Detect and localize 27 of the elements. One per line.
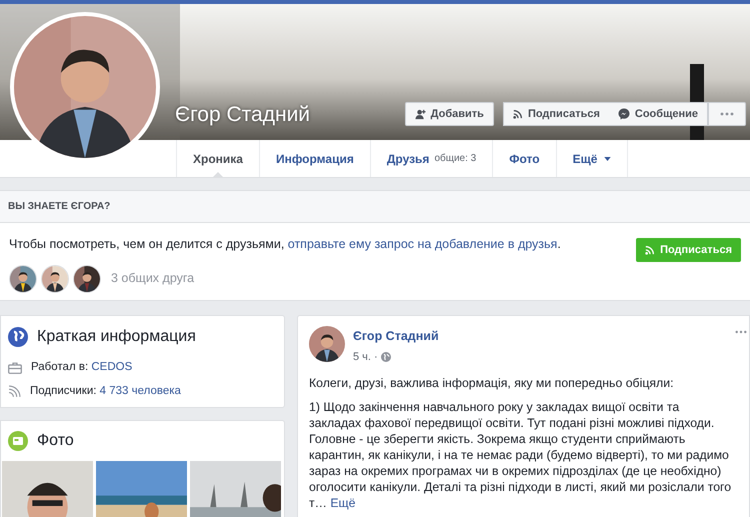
rss-icon: [645, 245, 656, 255]
prompt-text: Чтобы посмотреть, чем он делится с друзьями, отправьте ему запрос на добавление в друзья.: [9, 236, 561, 253]
intro-link[interactable]: CEDOS: [91, 361, 132, 373]
rss-icon: [8, 385, 21, 398]
briefcase-icon: [8, 362, 22, 374]
profile-tab[interactable]: Фото: [492, 140, 556, 177]
post-time[interactable]: 5 ч.: [353, 348, 371, 366]
profile-tab[interactable]: Друзья общие: 3: [370, 140, 492, 177]
panel-title: ВЫ ЗНАЕТЕ ЄГОРА?: [8, 200, 110, 214]
friend-request-link[interactable]: отправьте ему запрос на добавление в друзья: [288, 237, 558, 251]
post-paragraph: 1) Щодо закінчення навчального року у закладах вищої освіти та закладах фахової передвищої освіти. Тут подані різні можливі підходи. Головне - це зберегти якість. Зокрема якщо студенти сприймають карантин, як канікули, і на те немає ради (будемо відверті), то ми радимо зараз на окремих програмах чи в окремих підрозділах (де це необхідно) оголосити канікули. Деталі та різні підходи в листі, який ми розіслали того т… Ещё: [309, 399, 732, 512]
profile-tab[interactable]: Информация: [258, 140, 370, 177]
see-more-link[interactable]: Ещё: [330, 496, 356, 510]
mutual-count-label: общие: 3: [434, 152, 476, 166]
author-name[interactable]: Єгор Стадний: [353, 327, 439, 346]
separator-dot: ·: [374, 350, 378, 365]
photo-icon: [8, 430, 28, 450]
profile-tab[interactable]: Хроника: [176, 140, 259, 177]
intro-text: Работал в: CEDOS: [31, 360, 132, 375]
intro-text: Подписчики: 4 733 человека: [30, 384, 181, 400]
card-title: Фото: [37, 430, 74, 450]
profile-tab[interactable]: Ещё: [556, 140, 628, 177]
post-paragraph: Колеги, друзі, важлива інформація, яку ми попередньо обіцяли:: [309, 375, 674, 392]
mutual-friends-count: 3 общих друга: [111, 270, 194, 288]
intro-link[interactable]: 4 733 человека: [100, 385, 181, 398]
more-icon[interactable]: [735, 330, 747, 334]
card-title: Краткая информация: [37, 327, 196, 347]
